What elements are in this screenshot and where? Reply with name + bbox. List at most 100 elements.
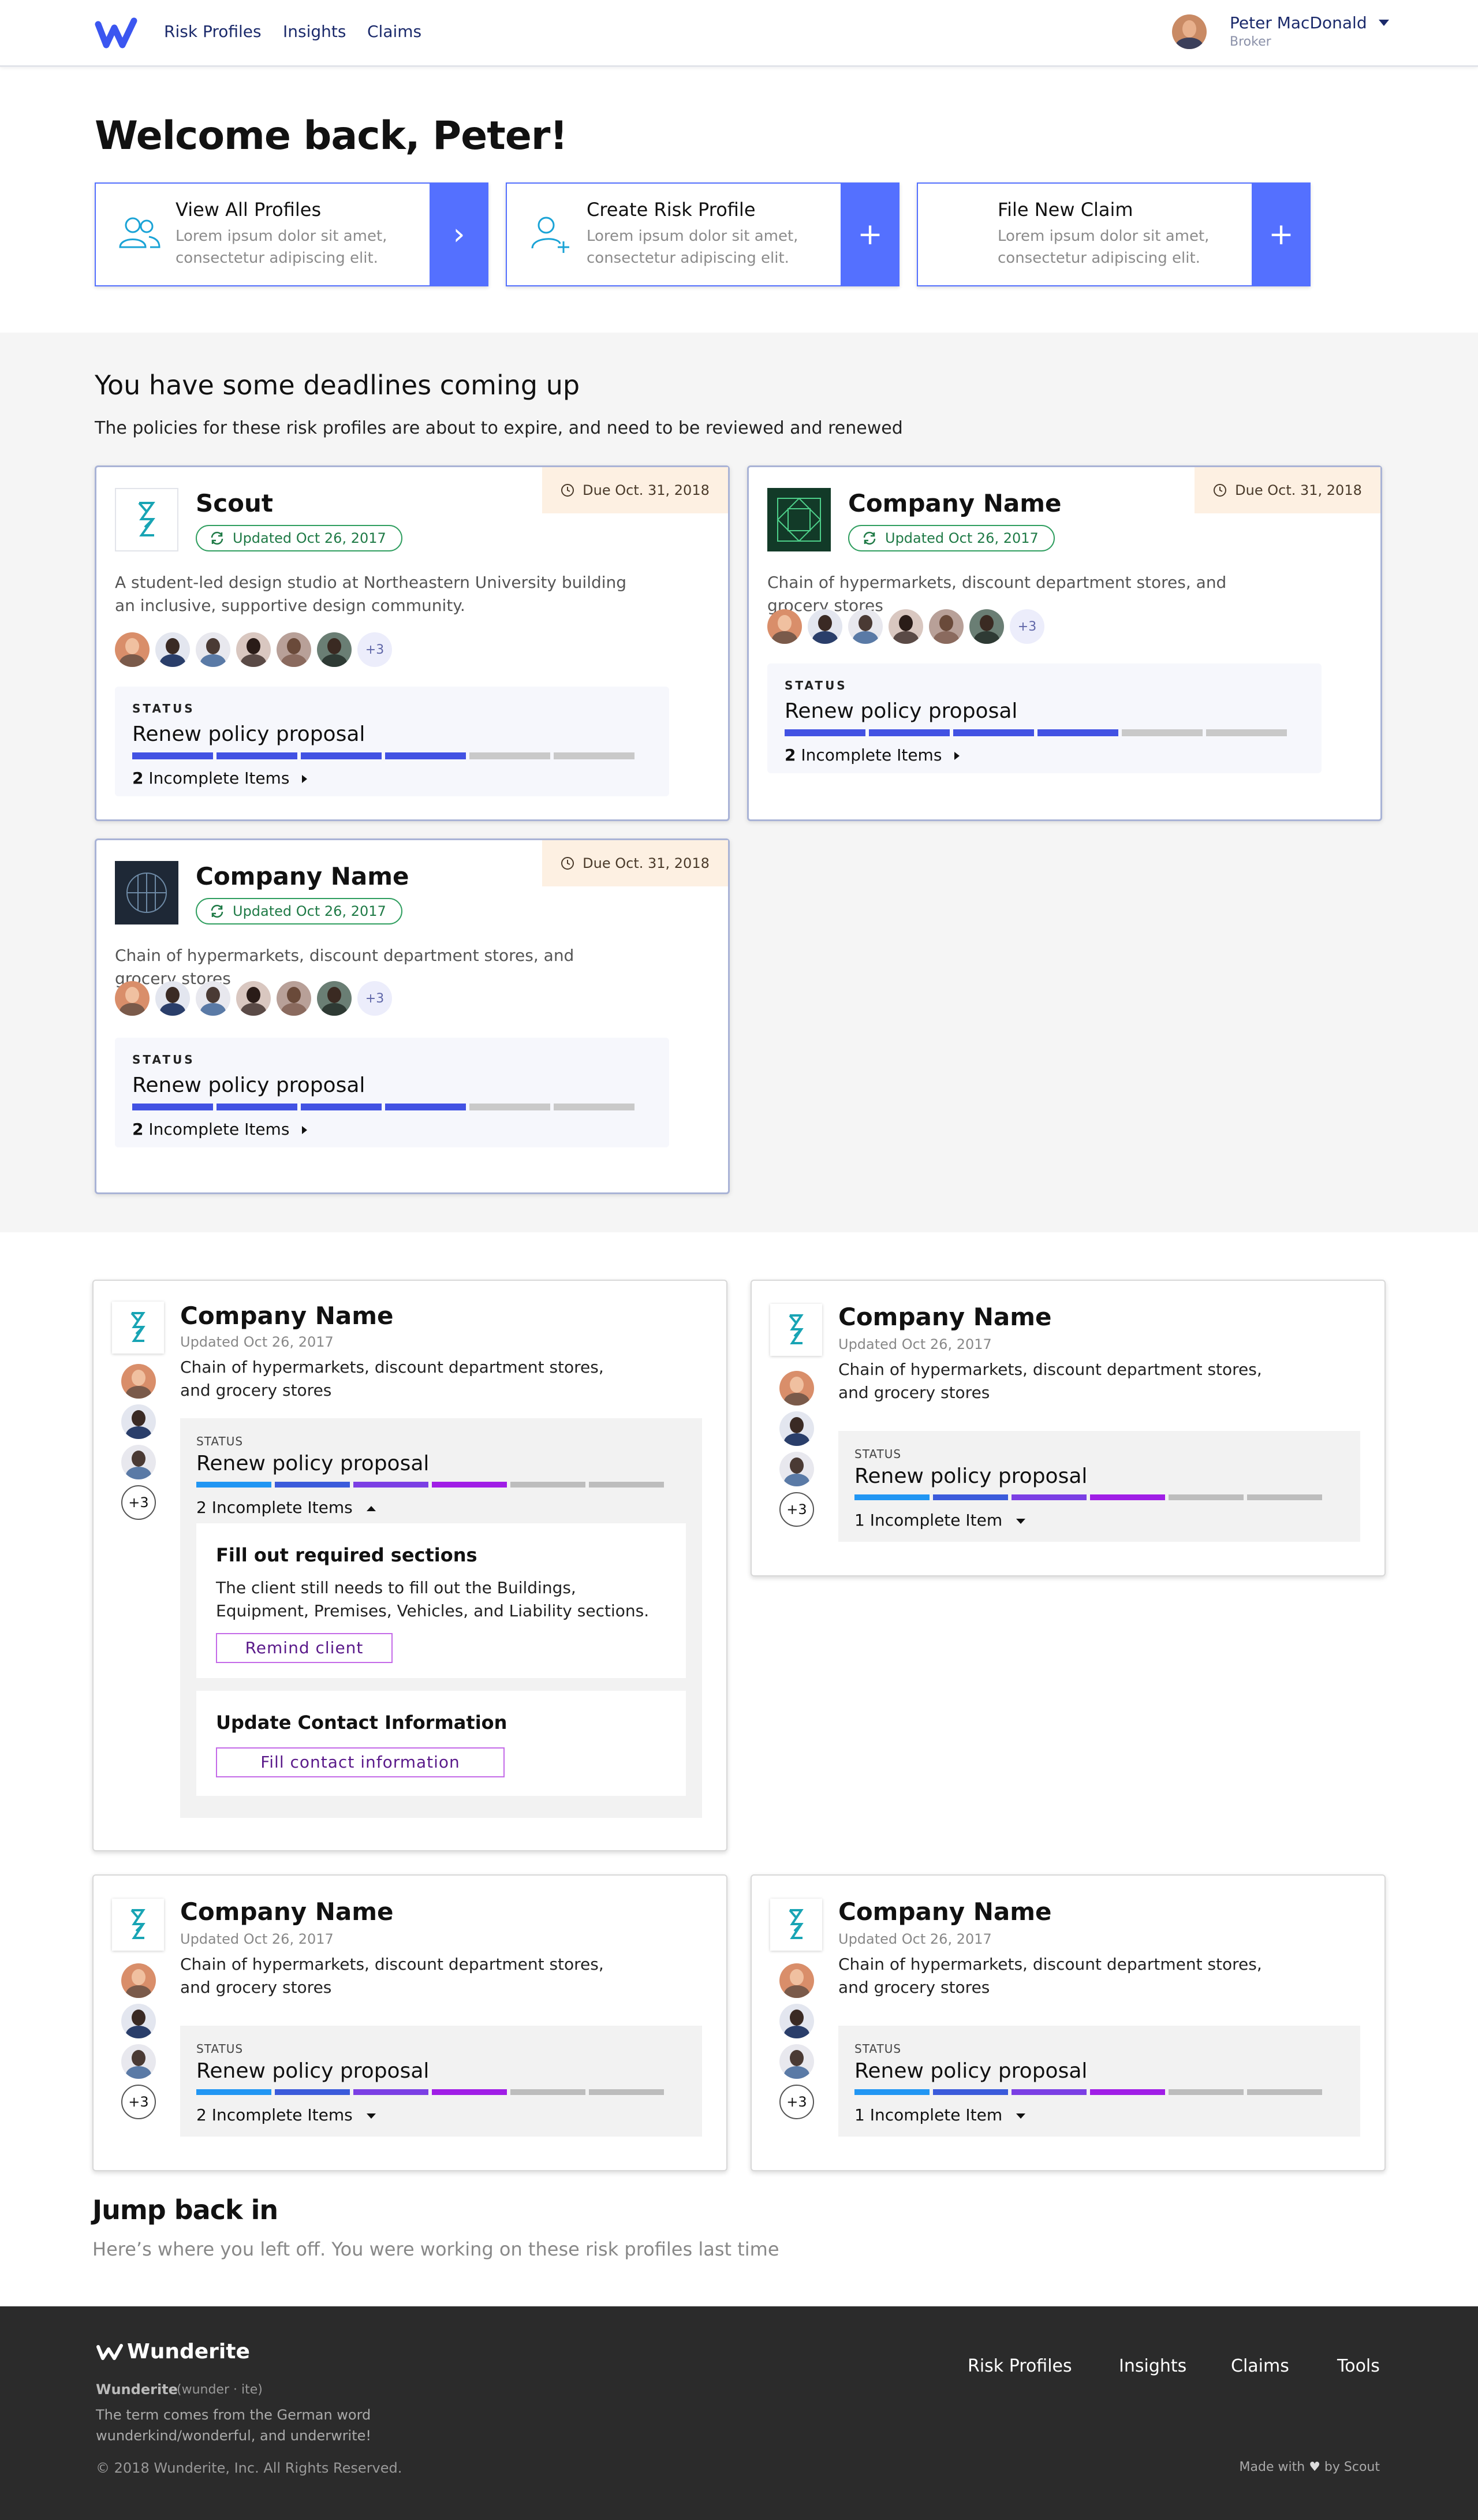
incomplete-items-toggle[interactable]: 2 Incomplete Items	[132, 1120, 308, 1139]
more-contacts-badge[interactable]: +3	[357, 981, 392, 1016]
updated-text: Updated Oct 26, 2017	[233, 530, 386, 546]
more-contacts-badge[interactable]: +3	[121, 2085, 156, 2119]
avatar[interactable]	[196, 632, 230, 667]
user-avatar[interactable]	[1172, 14, 1207, 49]
profile-name[interactable]: Company Name	[838, 1303, 1052, 1331]
avatar[interactable]	[121, 1963, 156, 1998]
avatar[interactable]	[889, 609, 923, 644]
avatar[interactable]	[277, 981, 311, 1016]
caret-right-icon	[302, 775, 308, 783]
avatar[interactable]	[155, 632, 190, 667]
made-with-text: Made with ♥ by Scout	[1239, 2460, 1380, 2474]
incomplete-items-toggle[interactable]: 1 Incomplete Item	[854, 1511, 1026, 1530]
avatar[interactable]	[969, 609, 1004, 644]
incomplete-items-toggle[interactable]: 2 Incomplete Items	[196, 2105, 376, 2124]
avatar[interactable]	[121, 1445, 156, 1479]
incomplete-items-toggle[interactable]: 2 Incomplete Items	[785, 745, 960, 765]
sync-icon	[211, 531, 223, 545]
scout-logo	[770, 1304, 822, 1356]
deadline-card-scout[interactable]: Due Oct. 31, 2018 Scout Updated Oct 26, …	[95, 465, 730, 821]
fill-contact-button[interactable]: Fill contact information	[216, 1747, 505, 1777]
profile-card[interactable]: Company Name Updated Oct 26, 2017 Chain …	[751, 1280, 1386, 1576]
footer-nav-tools[interactable]: Tools	[1337, 2356, 1380, 2376]
avatar[interactable]	[929, 609, 964, 644]
avatar[interactable]	[121, 1364, 156, 1399]
avatar[interactable]	[236, 981, 271, 1016]
avatar[interactable]	[779, 1963, 814, 1998]
nav-insights[interactable]: Insights	[283, 22, 346, 41]
caret-right-icon	[954, 752, 960, 760]
due-badge: Due Oct. 31, 2018	[1195, 467, 1380, 513]
more-contacts-badge[interactable]: +3	[121, 1485, 156, 1520]
avatar[interactable]	[121, 2044, 156, 2079]
more-contacts-badge[interactable]: +3	[357, 632, 392, 667]
avatar[interactable]	[196, 981, 230, 1016]
profile-card[interactable]: Company Name Updated Oct 26, 2017 Chain …	[92, 1280, 727, 1851]
status-panel: STATUS Renew policy proposal 2 Incomplet…	[115, 1038, 669, 1147]
profile-card[interactable]: Company Name Updated Oct 26, 2017 Chain …	[92, 1874, 727, 2171]
avatar[interactable]	[317, 632, 352, 667]
remind-client-button[interactable]: Remind client	[216, 1633, 393, 1663]
quick-action-file-claim[interactable]: File New Claim Lorem ipsum dolor sit ame…	[917, 182, 1311, 286]
avatar[interactable]	[779, 2044, 814, 2079]
incomplete-items-toggle[interactable]: 2 Incomplete Items	[196, 1498, 376, 1517]
profile-description: Chain of hypermarkets, discount departme…	[838, 1955, 1262, 1997]
updated-text: Updated Oct 26, 2017	[885, 530, 1039, 546]
avatar[interactable]	[779, 1371, 814, 1406]
more-contacts-badge[interactable]: +3	[779, 2085, 814, 2119]
plus-button[interactable]: +	[1252, 182, 1311, 286]
avatar[interactable]	[779, 1411, 814, 1446]
deadline-card-company[interactable]: Due Oct. 31, 2018 Company Name Updated O…	[95, 838, 730, 1194]
avatar[interactable]	[779, 1452, 814, 1486]
heart-icon: ♥	[1309, 2460, 1320, 2474]
avatar[interactable]	[808, 609, 842, 644]
deadlines-title: You have some deadlines coming up	[95, 370, 580, 401]
user-name[interactable]: Peter MacDonald	[1230, 13, 1367, 32]
caret-down-icon	[366, 2113, 376, 2119]
user-menu-chevron-down-icon[interactable]	[1379, 20, 1389, 26]
avatar[interactable]	[121, 2004, 156, 2038]
profile-card[interactable]: Company Name Updated Oct 26, 2017 Chain …	[751, 1874, 1386, 2171]
wunderite-logo[interactable]	[96, 2343, 125, 2362]
profile-name[interactable]: Company Name	[838, 1898, 1052, 1926]
footer-nav-risk-profiles[interactable]: Risk Profiles	[968, 2356, 1072, 2376]
avatar[interactable]	[236, 632, 271, 667]
nav-claims[interactable]: Claims	[367, 22, 421, 41]
avatar[interactable]	[115, 632, 150, 667]
quick-action-create-profile[interactable]: Create Risk Profile Lorem ipsum dolor si…	[506, 182, 900, 286]
footer-nav-claims[interactable]: Claims	[1231, 2356, 1289, 2376]
plus-button[interactable]: +	[841, 182, 900, 286]
arrow-right-button[interactable]: ›	[430, 182, 488, 286]
avatar[interactable]	[155, 981, 190, 1016]
wunderite-logo[interactable]	[95, 17, 141, 50]
avatar[interactable]	[121, 1404, 156, 1439]
progress-bar	[785, 729, 1287, 736]
more-contacts-badge[interactable]: +3	[779, 1492, 814, 1527]
avatar[interactable]	[317, 981, 352, 1016]
status-panel: STATUS Renew policy proposal 2 Incomplet…	[115, 687, 669, 796]
nav-risk-profiles[interactable]: Risk Profiles	[164, 22, 262, 41]
task-item: Update Contact Information Fill contact …	[196, 1691, 686, 1796]
avatar[interactable]	[848, 609, 883, 644]
footer-nav-insights[interactable]: Insights	[1119, 2356, 1186, 2376]
quick-action-desc: Lorem ipsum dolor sit amet, consectetur …	[998, 228, 1210, 267]
user-role: Broker	[1230, 35, 1271, 49]
more-contacts-badge[interactable]: +3	[1010, 609, 1044, 644]
company-logo	[767, 488, 831, 551]
profile-name[interactable]: Company Name	[180, 1302, 394, 1330]
avatar[interactable]	[779, 2004, 814, 2038]
incomplete-items-toggle[interactable]: 1 Incomplete Item	[854, 2105, 1026, 2124]
scout-logo	[112, 1899, 164, 1951]
caret-down-icon	[1016, 2113, 1026, 2119]
incomplete-items-toggle[interactable]: 2 Incomplete Items	[132, 769, 308, 788]
updated-text: Updated Oct 26, 2017	[838, 1931, 992, 1947]
footer-definition: The term comes from the German word wund…	[96, 2407, 372, 2444]
deadline-card-company[interactable]: Due Oct. 31, 2018 Company Name Updated O…	[747, 465, 1382, 821]
avatar[interactable]	[767, 609, 802, 644]
users-icon	[119, 217, 161, 248]
profile-name[interactable]: Company Name	[180, 1898, 394, 1926]
quick-action-view-profiles[interactable]: View All Profiles Lorem ipsum dolor sit …	[95, 182, 488, 286]
jump-back-title: Jump back in	[92, 2194, 278, 2225]
avatar[interactable]	[277, 632, 311, 667]
avatar[interactable]	[115, 981, 150, 1016]
